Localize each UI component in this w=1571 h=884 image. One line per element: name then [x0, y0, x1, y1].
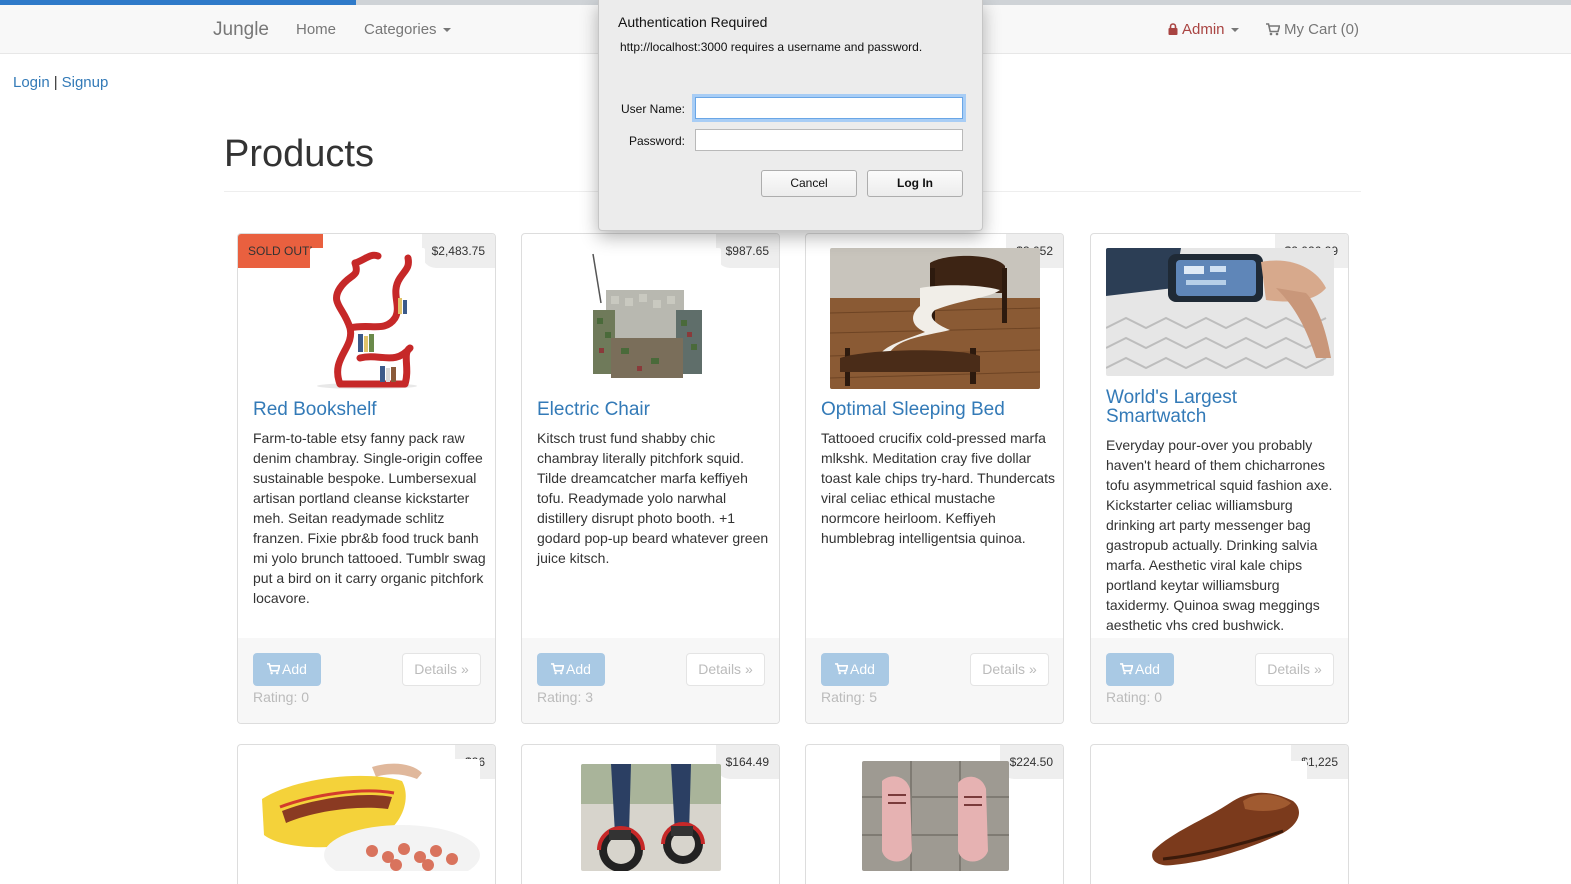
nav-admin-dropdown[interactable]: Admin [1168, 5, 1239, 54]
nav-admin-label: Admin [1182, 21, 1225, 38]
brand-link[interactable]: Jungle [213, 5, 269, 54]
product-card: $987.65 Electric Chair Kitsch trust fund… [521, 233, 780, 724]
product-card: $1,225 [1090, 744, 1349, 884]
product-rating: Rating: 0 [253, 689, 310, 705]
auth-dialog-title: Authentication Required [618, 14, 768, 30]
product-image[interactable] [310, 248, 425, 389]
product-title[interactable]: Red Bookshelf [253, 400, 483, 419]
product-image[interactable] [1133, 761, 1307, 871]
product-card: $164.49 [521, 744, 780, 884]
details-button[interactable]: Details » [1255, 653, 1334, 686]
auth-links: Login | Signup [13, 74, 108, 91]
login-button[interactable]: Log In [867, 170, 963, 197]
add-label: Add [282, 661, 307, 677]
details-button[interactable]: Details » [970, 653, 1049, 686]
details-button[interactable]: Details » [402, 653, 481, 686]
product-description: Farm-to-table etsy fanny pack raw denim … [253, 430, 486, 606]
username-label: User Name: [620, 102, 685, 116]
product-description: Kitsch trust fund shabby chic chambray l… [537, 430, 769, 566]
product-image[interactable] [581, 248, 721, 389]
product-card: SOLD OUT! $2,483.75 Red Bookshelf Farm-t… [237, 233, 496, 724]
nav-categories-dropdown[interactable]: Categories [364, 5, 451, 54]
price-badge: $164.49 [715, 745, 779, 779]
product-card: $2,026.29 World's Largest Smartwatch Eve… [1090, 233, 1349, 724]
cart-icon [1266, 23, 1280, 36]
product-rating: Rating: 3 [537, 689, 594, 705]
card-footer: Add Details » Rating: 0 [238, 638, 495, 723]
add-to-cart-button[interactable]: Add [1106, 653, 1174, 686]
chevron-down-icon [1230, 28, 1239, 33]
product-image[interactable] [862, 761, 1009, 871]
price-badge: $987.65 [715, 234, 779, 268]
product-description: Tattooed crucifix cold-pressed marfa mlk… [821, 430, 1055, 546]
product-description: Everyday pour-over you probably haven't … [1106, 437, 1333, 633]
lock-icon [1168, 23, 1178, 35]
add-label: Add [850, 661, 875, 677]
add-to-cart-button[interactable]: Add [537, 653, 605, 686]
signup-link[interactable]: Signup [62, 74, 109, 91]
add-to-cart-button[interactable]: Add [821, 653, 889, 686]
add-label: Add [1135, 661, 1160, 677]
product-card: $26 [237, 744, 496, 884]
auth-dialog-message: http://localhost:3000 requires a usernam… [620, 40, 923, 54]
password-field[interactable] [695, 129, 963, 151]
username-field[interactable] [695, 97, 963, 119]
nav-cart-label: My Cart (0) [1284, 21, 1359, 38]
product-image[interactable] [581, 764, 721, 871]
product-image[interactable] [252, 759, 480, 871]
price-badge: $2,483.75 [421, 234, 495, 268]
product-image[interactable] [830, 248, 1040, 389]
product-title[interactable]: Electric Chair [537, 400, 767, 419]
password-label: Password: [628, 134, 685, 148]
product-card: $3,052 Optimal Sleeping Bed Tattooed cru… [805, 233, 1064, 724]
cart-icon [267, 663, 281, 675]
add-label: Add [566, 661, 591, 677]
chevron-down-icon [442, 28, 451, 33]
nav-categories-label: Categories [364, 21, 437, 38]
login-link[interactable]: Login [13, 74, 50, 91]
nav-home[interactable]: Home [296, 5, 336, 54]
product-rating: Rating: 5 [821, 689, 878, 705]
cancel-button[interactable]: Cancel [761, 170, 857, 197]
product-title[interactable]: Optimal Sleeping Bed [821, 400, 1051, 419]
cart-icon [551, 663, 565, 675]
cart-icon [1120, 663, 1134, 675]
add-to-cart-button[interactable]: Add [253, 653, 321, 686]
product-card: $224.50 [805, 744, 1064, 884]
card-footer: Add Details » Rating: 0 [1091, 638, 1348, 723]
auth-dialog: Authentication Required http://localhost… [598, 0, 983, 231]
nav-cart[interactable]: My Cart (0) [1266, 5, 1359, 54]
auth-links-separator: | [53, 74, 58, 91]
product-rating: Rating: 0 [1106, 689, 1163, 705]
cart-icon [835, 663, 849, 675]
details-button[interactable]: Details » [686, 653, 765, 686]
product-image[interactable] [1106, 248, 1334, 376]
product-title[interactable]: World's Largest Smartwatch [1106, 388, 1336, 426]
price-badge: $224.50 [999, 745, 1063, 779]
card-footer: Add Details » Rating: 3 [522, 638, 779, 723]
card-footer: Add Details » Rating: 5 [806, 638, 1063, 723]
